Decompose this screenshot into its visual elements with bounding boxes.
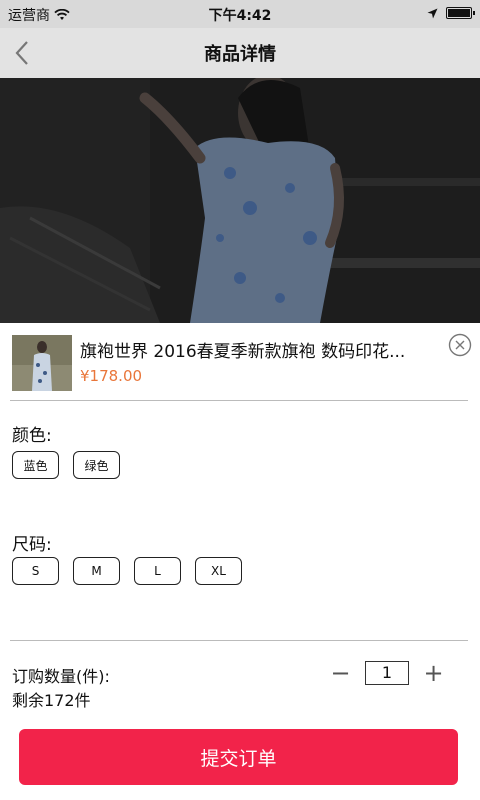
size-option-l[interactable]: L <box>134 557 181 585</box>
quantity-input[interactable]: 1 <box>365 661 409 685</box>
location-arrow-icon <box>427 8 438 18</box>
product-thumbnail <box>12 335 72 391</box>
quantity-stepper: − 1 + <box>324 658 450 688</box>
nav-bar: 商品详情 <box>0 28 480 78</box>
color-label: 颜色: <box>12 426 52 446</box>
status-right <box>427 7 475 19</box>
battery-icon <box>446 7 475 19</box>
back-button[interactable] <box>14 40 40 66</box>
status-bar: 运营商 下午4:42 <box>0 0 480 28</box>
size-option-m[interactable]: M <box>73 557 120 585</box>
decrement-button[interactable]: − <box>324 658 357 688</box>
chevron-left-icon <box>15 41 28 65</box>
close-circle-icon <box>448 333 472 357</box>
close-button[interactable] <box>448 333 472 357</box>
thumbnail-illustration <box>12 335 72 391</box>
size-option-s[interactable]: S <box>12 557 59 585</box>
submit-order-button[interactable]: 提交订单 <box>19 729 458 785</box>
divider <box>10 640 468 641</box>
divider <box>10 400 468 401</box>
status-time: 下午4:42 <box>208 8 272 24</box>
quantity-label: 订购数量(件): <box>12 667 110 686</box>
color-options: 蓝色 绿色 <box>12 451 120 479</box>
product-price: ¥178.00 <box>80 367 143 385</box>
hero-illustration <box>0 78 480 323</box>
increment-button[interactable]: + <box>417 658 450 688</box>
product-name: 旗袍世界 2016春夏季新款旗袍 数码印花... <box>80 342 406 362</box>
stock-remaining: 剩余172件 <box>12 691 91 710</box>
size-option-xl[interactable]: XL <box>195 557 242 585</box>
size-options: S M L XL <box>12 557 242 585</box>
product-hero-image <box>0 78 480 323</box>
color-option-blue[interactable]: 蓝色 <box>12 451 59 479</box>
size-label: 尺码: <box>12 535 52 555</box>
page-title: 商品详情 <box>204 44 276 65</box>
color-option-green[interactable]: 绿色 <box>73 451 120 479</box>
sku-selection-sheet: 旗袍世界 2016春夏季新款旗袍 数码印花... ¥178.00 颜色: 蓝色 … <box>0 323 480 800</box>
